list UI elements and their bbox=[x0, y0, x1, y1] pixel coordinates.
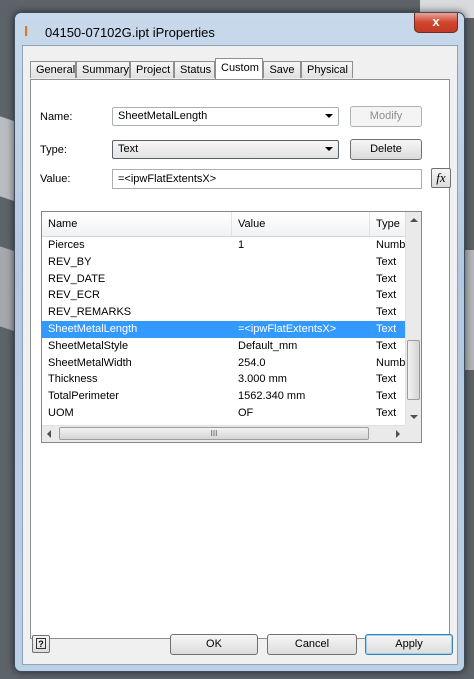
list-item[interactable]: REV_BY Text bbox=[42, 254, 406, 271]
arrow-down-icon bbox=[410, 415, 418, 419]
scroll-down-button[interactable] bbox=[406, 409, 421, 425]
cancel-button[interactable]: Cancel bbox=[267, 634, 357, 655]
cell-value: =<ipwFlatExtentsX> bbox=[238, 322, 337, 335]
scroll-up-button[interactable] bbox=[406, 212, 421, 228]
close-button[interactable]: x bbox=[414, 13, 458, 33]
delete-button[interactable]: Delete bbox=[350, 139, 422, 160]
help-icon: ? bbox=[36, 638, 46, 649]
tab-summary[interactable]: Summary bbox=[76, 61, 130, 78]
cell-name: REV_BY bbox=[48, 255, 92, 268]
name-label: Name: bbox=[40, 111, 73, 123]
cell-name: REV_DATE bbox=[48, 272, 106, 285]
cell-name: SheetMetalWidth bbox=[48, 356, 132, 369]
cell-type: Text bbox=[376, 272, 397, 285]
modify-button[interactable]: Modify bbox=[350, 106, 422, 127]
title-bar[interactable]: I 04150-07102G.ipt iProperties x bbox=[15, 13, 464, 45]
inventor-app-icon: I bbox=[24, 23, 29, 40]
list-item[interactable]: TotalPerimeter 1562.340 mm Text bbox=[42, 388, 406, 405]
list-item-selected[interactable]: SheetMetalLength =<ipwFlatExtentsX> Text bbox=[42, 320, 406, 338]
cell-value: OF bbox=[238, 406, 254, 419]
list-item[interactable]: Thickness 3.000 mm Text bbox=[42, 371, 406, 388]
chevron-down-icon bbox=[325, 147, 333, 151]
cell-type: Text bbox=[376, 406, 397, 419]
dialog-client-area: General Summary Project Status Custom Sa… bbox=[22, 45, 458, 665]
list-item[interactable]: UOM OF Text bbox=[42, 405, 406, 422]
list-item[interactable]: SheetMetalWidth 254.0 Number bbox=[42, 355, 406, 372]
tab-status[interactable]: Status bbox=[174, 61, 215, 78]
scroll-right-button[interactable] bbox=[390, 426, 406, 442]
value-label: Value: bbox=[40, 173, 71, 185]
list-item[interactable]: SheetMetalStyle Default_mm Text bbox=[42, 338, 406, 355]
cell-type: Text bbox=[376, 306, 397, 319]
help-button[interactable]: ? bbox=[32, 635, 50, 653]
value-text: =<ipwFlatExtentsX> bbox=[118, 173, 217, 185]
grip-icon: III bbox=[210, 429, 218, 438]
tab-custom[interactable]: Custom bbox=[215, 58, 263, 79]
cell-name: UOM bbox=[48, 406, 74, 419]
vertical-scrollbar[interactable] bbox=[405, 212, 421, 425]
window-title: 04150-07102G.ipt iProperties bbox=[45, 25, 215, 40]
list-header: Name Value Type bbox=[42, 212, 406, 237]
name-combobox[interactable]: SheetMetalLength bbox=[112, 107, 339, 126]
cell-value: 1562.340 mm bbox=[238, 390, 306, 403]
tab-general[interactable]: General bbox=[30, 61, 76, 78]
custom-properties-list[interactable]: Name Value Type Pierces 1 Number REV_BY … bbox=[41, 211, 422, 443]
horizontal-scroll-thumb[interactable]: III bbox=[59, 427, 369, 440]
list-item[interactable]: REV_REMARKS Text bbox=[42, 304, 406, 321]
type-combobox[interactable]: Text bbox=[112, 140, 339, 159]
scroll-left-button[interactable] bbox=[42, 426, 58, 442]
cell-name: REV_ECR bbox=[48, 289, 100, 302]
column-header-value[interactable]: Value bbox=[232, 212, 370, 236]
cell-value: 1 bbox=[238, 239, 245, 251]
cell-type: Text bbox=[376, 373, 397, 386]
cell-value: 3.000 mm bbox=[238, 373, 287, 386]
scrollbar-corner bbox=[405, 425, 421, 442]
list-rows: Pierces 1 Number REV_BY Text REV_DATE Te… bbox=[42, 237, 406, 422]
horizontal-scrollbar[interactable]: III bbox=[42, 425, 406, 442]
cell-name: Thickness bbox=[48, 373, 98, 386]
apply-button[interactable]: Apply bbox=[365, 634, 453, 655]
list-item[interactable]: REV_DATE Text bbox=[42, 271, 406, 288]
tab-project[interactable]: Project bbox=[130, 61, 174, 78]
vertical-scroll-thumb[interactable] bbox=[407, 340, 420, 400]
value-input[interactable]: =<ipwFlatExtentsX> bbox=[112, 169, 422, 189]
cell-type: Text bbox=[376, 390, 397, 403]
iproperties-dialog: I 04150-07102G.ipt iProperties x General… bbox=[14, 12, 465, 672]
function-button[interactable]: fx bbox=[431, 168, 451, 188]
cell-type: Text bbox=[376, 255, 397, 268]
close-icon: x bbox=[432, 14, 440, 29]
cell-name: Pierces bbox=[48, 239, 85, 251]
arrow-left-icon bbox=[47, 430, 51, 438]
column-header-type[interactable]: Type bbox=[370, 212, 406, 236]
chevron-down-icon bbox=[325, 114, 333, 118]
column-header-name[interactable]: Name bbox=[42, 212, 232, 236]
cell-value: 254.0 bbox=[238, 356, 266, 369]
fx-icon: fx bbox=[436, 170, 446, 185]
cell-type: Number bbox=[376, 356, 406, 369]
cell-type: Text bbox=[376, 339, 397, 352]
list-item[interactable]: REV_ECR Text bbox=[42, 287, 406, 304]
arrow-right-icon bbox=[396, 430, 400, 438]
cell-name: REV_REMARKS bbox=[48, 306, 132, 319]
tab-save[interactable]: Save bbox=[263, 61, 301, 78]
arrow-up-icon bbox=[410, 218, 418, 222]
cell-value: Default_mm bbox=[238, 339, 298, 352]
cell-name: TotalPerimeter bbox=[48, 390, 119, 403]
cell-name: SheetMetalLength bbox=[48, 322, 138, 335]
ok-button[interactable]: OK bbox=[170, 634, 258, 655]
cell-name: SheetMetalStyle bbox=[48, 339, 129, 352]
cell-type: Text bbox=[376, 289, 397, 302]
name-value: SheetMetalLength bbox=[118, 110, 208, 122]
cell-type: Text bbox=[376, 322, 397, 335]
cell-type: Number bbox=[376, 239, 406, 251]
list-item[interactable]: Pierces 1 Number bbox=[42, 237, 406, 254]
tab-physical[interactable]: Physical bbox=[301, 61, 353, 78]
type-label: Type: bbox=[40, 144, 67, 156]
type-value: Text bbox=[118, 143, 139, 155]
